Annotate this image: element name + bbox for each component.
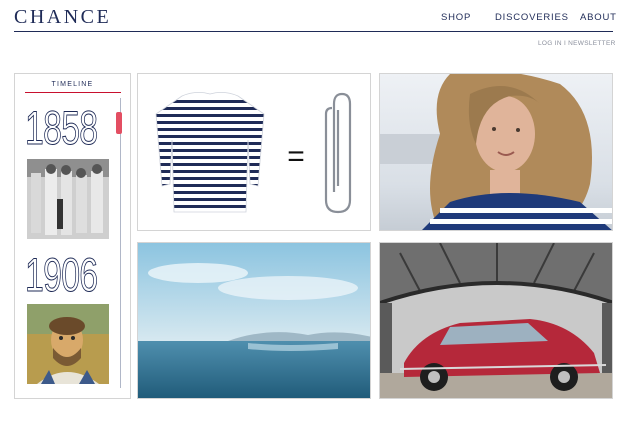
timeline-scroll-handle[interactable] — [116, 112, 122, 134]
timeline-title: TIMELINE — [51, 81, 94, 88]
logo[interactable]: CHANCE — [14, 6, 111, 29]
equals-sign: = — [287, 140, 305, 173]
timeline-year-1906[interactable]: 1906 — [25, 251, 99, 299]
sea-landscape-tile[interactable] — [137, 242, 371, 399]
woman-portrait-tile[interactable] — [379, 73, 613, 231]
striped-shirt-icon — [155, 92, 265, 213]
nav-discoveries[interactable]: DISCOVERIES — [495, 12, 569, 23]
timeline-painting-1906[interactable] — [27, 304, 109, 384]
timeline-scrollbar[interactable] — [120, 98, 121, 388]
car-station-tile[interactable] — [379, 242, 613, 399]
login-newsletter-links[interactable]: LOG IN I NEWSLETTER — [538, 40, 616, 47]
paperclip-icon — [324, 92, 352, 214]
timeline-year-1858[interactable]: 1858 — [25, 104, 99, 152]
nav-about[interactable]: ABOUT — [580, 12, 617, 23]
timeline-panel[interactable]: TIMELINE 1858 1906 — [14, 73, 131, 399]
nav-shop[interactable]: SHOP — [441, 12, 471, 23]
timeline-divider — [25, 92, 121, 93]
shirt-paperclip-tile[interactable]: = — [137, 73, 371, 231]
header-divider — [14, 31, 613, 32]
timeline-photo-1858[interactable] — [27, 159, 109, 239]
